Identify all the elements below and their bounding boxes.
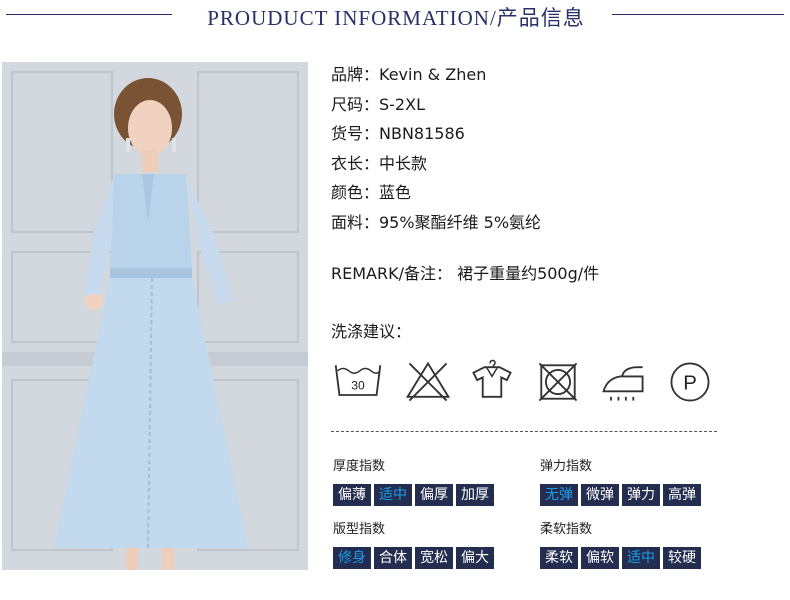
elasticity-option-selected: 无弹 bbox=[540, 484, 578, 506]
softness-option: 柔软 bbox=[540, 547, 578, 569]
fit-option: 偏大 bbox=[456, 547, 494, 569]
hang-dry-icon bbox=[472, 359, 512, 398]
softness-index-title: 柔软指数 bbox=[540, 522, 593, 537]
do-not-bleach-icon bbox=[405, 361, 451, 402]
wash-instructions-title: 洗涤建议： bbox=[331, 322, 412, 341]
fit-option-selected: 修身 bbox=[333, 547, 371, 569]
header-rule-right bbox=[612, 14, 784, 15]
softness-option: 较硬 bbox=[663, 547, 701, 569]
section-title: PROUDUCT INFORMATION/产品信息 bbox=[207, 6, 585, 30]
wash-icons: 30 P bbox=[332, 356, 722, 408]
fit-option: 合体 bbox=[374, 547, 412, 569]
brand-row: 品牌：Kevin & Zhen bbox=[331, 65, 487, 84]
elasticity-index: 弹力指数 无弹 微弹 弹力 高弹 bbox=[540, 455, 704, 506]
product-photo bbox=[2, 62, 308, 570]
thickness-index-title: 厚度指数 bbox=[333, 459, 386, 474]
fit-index: 版型指数 修身 合体 宽松 偏大 bbox=[333, 518, 497, 569]
low-iron-icon bbox=[602, 366, 644, 401]
remark-text: REMARK/备注： 裙子重量约500g/件 bbox=[331, 264, 600, 283]
dashed-divider bbox=[331, 431, 717, 432]
wash-30-icon: 30 bbox=[334, 365, 382, 396]
elasticity-index-title: 弹力指数 bbox=[540, 459, 593, 474]
header-rule-left bbox=[6, 14, 172, 15]
thickness-option: 偏厚 bbox=[415, 484, 453, 506]
fabric-row: 面料：95%聚酯纤维 5%氨纶 bbox=[331, 212, 542, 232]
dry-clean-label: P bbox=[683, 372, 697, 394]
thickness-index: 厚度指数 偏薄 适中 偏厚 加厚 bbox=[333, 455, 497, 506]
softness-option: 偏软 bbox=[581, 547, 619, 569]
thickness-option-selected: 适中 bbox=[374, 484, 412, 506]
elasticity-option: 微弹 bbox=[581, 484, 619, 506]
size-row: 尺码：S-2XL bbox=[331, 94, 425, 114]
thickness-option: 加厚 bbox=[456, 484, 494, 506]
elasticity-option: 高弹 bbox=[663, 484, 701, 506]
fit-index-title: 版型指数 bbox=[333, 522, 386, 537]
product-info: 品牌：Kevin & Zhen 尺码：S-2XL 货号：NBN81586 衣长：… bbox=[331, 64, 541, 241]
item-number-row: 货号：NBN81586 bbox=[331, 124, 465, 143]
fit-option: 宽松 bbox=[415, 547, 453, 569]
do-not-tumble-dry-icon bbox=[538, 362, 578, 402]
length-row: 衣长：中长款 bbox=[331, 153, 428, 173]
softness-option-selected: 适中 bbox=[622, 547, 660, 569]
wash-temp-label: 30 bbox=[351, 378, 365, 392]
softness-index: 柔软指数 柔软 偏软 适中 较硬 bbox=[540, 518, 704, 569]
color-row: 颜色：蓝色 bbox=[331, 183, 412, 202]
elasticity-option: 弹力 bbox=[622, 484, 660, 506]
dry-clean-p-icon: P bbox=[670, 362, 710, 402]
thickness-option: 偏薄 bbox=[333, 484, 371, 506]
section-header: PROUDUCT INFORMATION/产品信息 bbox=[0, 0, 790, 34]
